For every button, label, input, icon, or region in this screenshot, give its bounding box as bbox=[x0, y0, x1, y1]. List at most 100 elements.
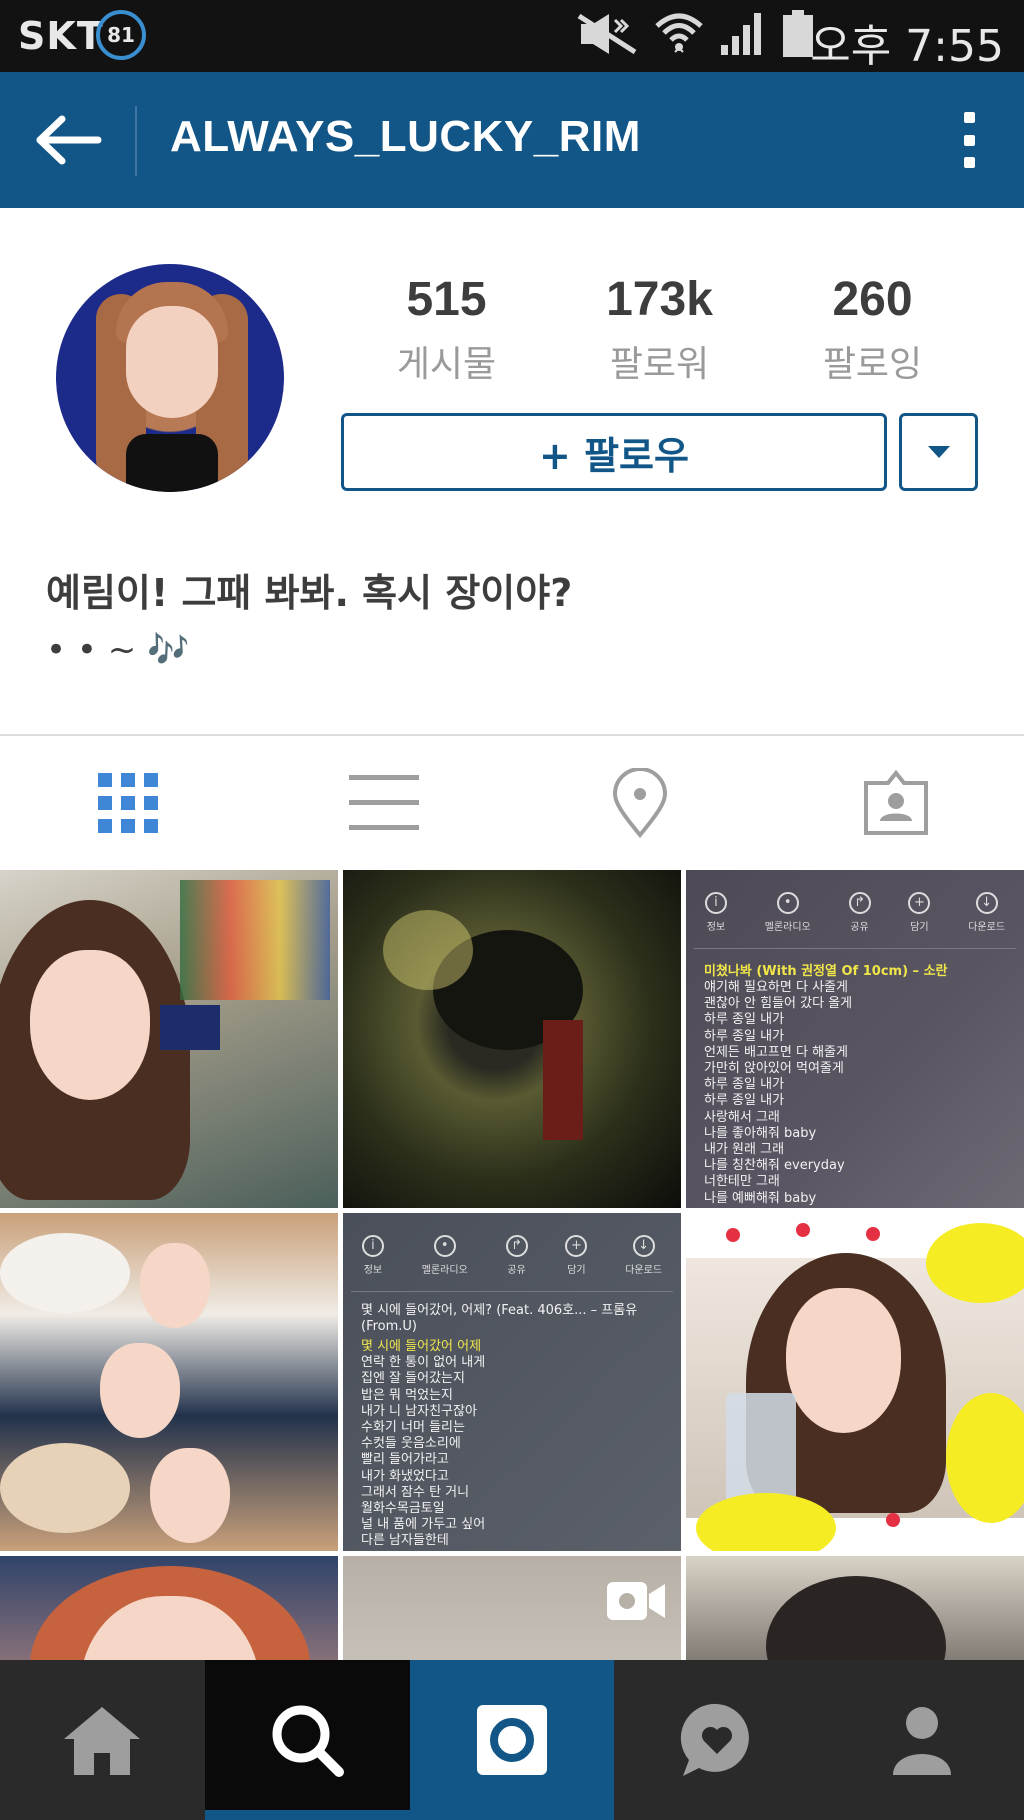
photo-content bbox=[383, 910, 473, 990]
stat-label: 팔로잉 bbox=[822, 344, 923, 385]
share-icon: ↱ 공유 bbox=[848, 892, 871, 933]
home-icon bbox=[64, 1707, 141, 1775]
stat-value: 173k bbox=[606, 273, 713, 326]
mute-icon bbox=[575, 12, 639, 60]
stat-value: 260 bbox=[832, 273, 913, 326]
avatar-body bbox=[126, 434, 218, 492]
tab-list-view[interactable] bbox=[256, 736, 512, 870]
radio-glyph: • bbox=[776, 892, 799, 914]
activity-heart-icon bbox=[680, 1703, 749, 1776]
share-icon: ↱ 공유 bbox=[505, 1235, 528, 1276]
lyric-toolbar-label: 담기 bbox=[910, 922, 929, 933]
camera-icon bbox=[476, 1705, 547, 1775]
more-options-button[interactable] bbox=[944, 108, 994, 172]
add-icon: + 담기 bbox=[908, 892, 931, 933]
download-glyph: ↓ bbox=[632, 1235, 655, 1257]
photo-tile[interactable] bbox=[0, 1213, 338, 1551]
profile-avatar[interactable] bbox=[56, 264, 284, 492]
lyric-toolbar-label: 공유 bbox=[850, 922, 869, 933]
avatar-face bbox=[126, 306, 218, 418]
nav-home[interactable] bbox=[0, 1660, 205, 1820]
photo-tile[interactable] bbox=[0, 870, 338, 1208]
photo-content bbox=[30, 950, 150, 1100]
lyric-toolbar: i 정보 • 멜론라디오 ↱ 공유 + 담기 ↓ 다운로드 bbox=[686, 892, 1024, 933]
more-dot-icon bbox=[963, 157, 975, 168]
lyric-separator bbox=[694, 948, 1016, 949]
add-icon: + 담기 bbox=[565, 1235, 588, 1276]
more-dot-icon bbox=[963, 134, 975, 146]
download-icon: ↓ 다운로드 bbox=[968, 892, 1005, 933]
profile-stats: 515 게시물 173k 팔로워 260 팔로잉 bbox=[340, 272, 980, 392]
photo-content bbox=[766, 1576, 946, 1660]
info-glyph: i bbox=[704, 892, 727, 914]
nav-profile[interactable] bbox=[819, 1660, 1024, 1820]
info-glyph: i bbox=[361, 1235, 384, 1257]
stat-following[interactable]: 260 팔로잉 bbox=[766, 272, 979, 392]
battery-saver-indicator: 81 bbox=[96, 10, 146, 60]
lyric-toolbar-label: 다운로드 bbox=[625, 1265, 663, 1276]
radio-icon: • 멜론라디오 bbox=[422, 1235, 468, 1276]
bio-text: 예림이! 그패 봐봐. 혹시 장이야? bbox=[46, 571, 573, 615]
stat-label: 팔로워 bbox=[609, 344, 710, 385]
share-glyph: ↱ bbox=[505, 1235, 528, 1257]
lyric-toolbar-label: 멜론라디오 bbox=[421, 1265, 468, 1276]
photo-tile[interactable] bbox=[686, 1556, 1024, 1660]
suggestions-dropdown-button[interactable] bbox=[899, 413, 978, 491]
back-arrow-icon bbox=[36, 115, 102, 165]
profile-icon bbox=[892, 1707, 951, 1775]
follow-button[interactable]: + 팔로우 bbox=[341, 413, 887, 491]
tab-tagged-view[interactable] bbox=[768, 736, 1024, 870]
stat-value: 515 bbox=[406, 273, 487, 326]
lyric-toolbar-label: 정보 bbox=[706, 922, 726, 933]
photo-content bbox=[160, 1005, 220, 1050]
profile-header: ALWAYS_LUCKY_RIM bbox=[0, 72, 1024, 208]
tab-location-view[interactable] bbox=[512, 736, 768, 870]
lyric-toolbar: i 정보 • 멜론라디오 ↱ 공유 + 담기 ↓ 다운로드 bbox=[343, 1235, 681, 1276]
lyric-highlight-line: 몇 시에 들어갔어 어제 bbox=[361, 1339, 482, 1354]
search-icon bbox=[272, 1705, 345, 1777]
back-button[interactable] bbox=[28, 106, 108, 174]
battery-level: 81 bbox=[107, 23, 135, 47]
lyric-toolbar-label: 다운로드 bbox=[968, 922, 1006, 933]
lyric-song-title: 몇 시에 들어갔어, 어제? (Feat. 406호... – 프롬유 (Fro… bbox=[361, 1303, 638, 1334]
signal-icon bbox=[719, 11, 765, 61]
photo-tile[interactable] bbox=[343, 870, 681, 1208]
photo-tile[interactable] bbox=[686, 1213, 1024, 1551]
info-icon: i 정보 bbox=[704, 892, 727, 933]
profile-username: ALWAYS_LUCKY_RIM bbox=[170, 112, 641, 161]
video-tile[interactable] bbox=[343, 1556, 681, 1660]
photo-content bbox=[543, 1020, 583, 1140]
video-camera-icon bbox=[605, 1580, 667, 1626]
nav-activity[interactable] bbox=[614, 1660, 819, 1820]
photo-content bbox=[0, 1233, 130, 1313]
lyric-toolbar-label: 멜론라디오 bbox=[764, 922, 811, 933]
lyric-song-title: 미쳤나봐 (With 권정열 Of 10cm) – 소란 bbox=[704, 964, 948, 979]
nav-camera[interactable] bbox=[409, 1660, 615, 1820]
tagged-person-icon bbox=[864, 769, 928, 835]
photo-content bbox=[100, 1343, 180, 1438]
lyric-lines: 얘기해 필요하면 다 사줄게 괜찮아 안 힘들어 갔다 올게 하루 종일 내가 … bbox=[704, 980, 853, 1206]
photo-tile[interactable]: i 정보 • 멜론라디오 ↱ 공유 + 담기 ↓ 다운로드 미쳤나봐 (With 권정열 … bbox=[686, 870, 1024, 1208]
photo-grid: i 정보 • 멜론라디오 ↱ 공유 + 담기 ↓ 다운로드 미쳤나봐 (With 권정열 … bbox=[0, 870, 1024, 1660]
radio-icon: • 멜론라디오 bbox=[765, 892, 811, 933]
sticker-content bbox=[886, 1513, 900, 1527]
download-icon: ↓ 다운로드 bbox=[625, 1235, 662, 1276]
photo-content bbox=[140, 1243, 210, 1328]
sticker-content bbox=[796, 1223, 810, 1237]
photo-content bbox=[180, 880, 330, 1000]
status-icons bbox=[575, 10, 815, 62]
photo-tile[interactable] bbox=[0, 1556, 338, 1660]
lyric-block: 몇 시에 들어갔어 어제 연락 한 통이 없어 내게 집엔 잘 들어갔는지 밥은… bbox=[361, 1339, 671, 1550]
bottom-navigation bbox=[0, 1660, 1024, 1820]
tab-grid-view[interactable] bbox=[0, 736, 256, 870]
photo-content bbox=[150, 1448, 230, 1543]
photo-content bbox=[726, 1393, 796, 1503]
profile-view-tabs bbox=[0, 736, 1024, 870]
photo-tile[interactable]: i 정보 • 멜론라디오 ↱ 공유 + 담기 ↓ 다운로드 몇 시에 들어갔어, 어제? … bbox=[343, 1213, 681, 1551]
lyric-toolbar-label: 정보 bbox=[363, 1265, 383, 1276]
stat-followers[interactable]: 173k 팔로워 bbox=[553, 272, 766, 392]
lyric-lines: 연락 한 통이 없어 내게 집엔 잘 들어갔는지 밥은 뭐 먹었는지 내가 니 … bbox=[361, 1355, 486, 1549]
stat-posts[interactable]: 515 게시물 bbox=[340, 272, 553, 392]
info-icon: i 정보 bbox=[361, 1235, 384, 1276]
nav-search[interactable] bbox=[204, 1660, 410, 1820]
